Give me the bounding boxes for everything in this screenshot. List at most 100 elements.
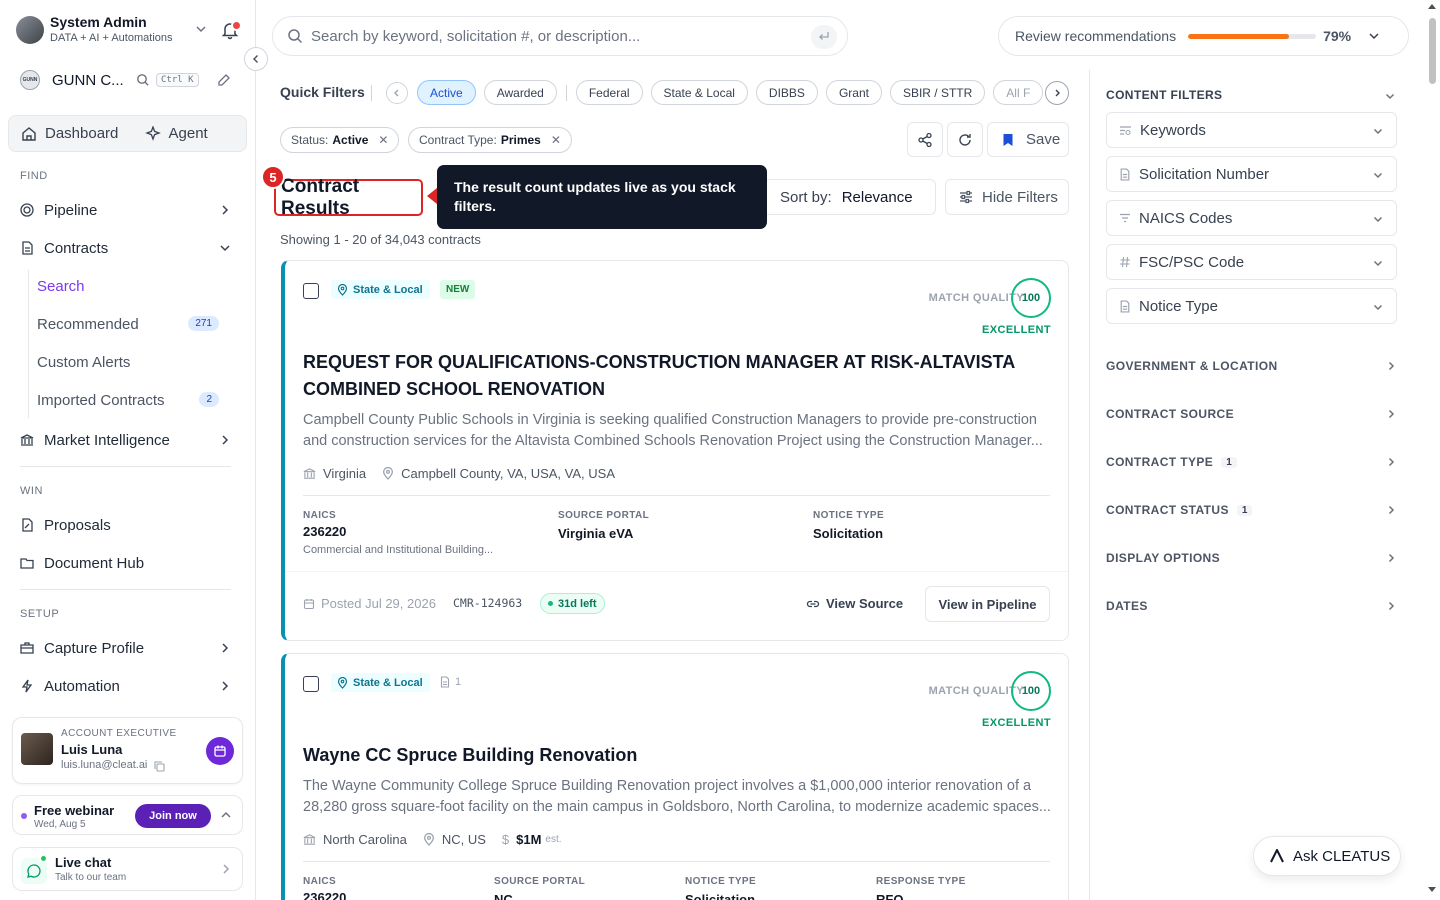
search-icon[interactable] <box>136 73 150 87</box>
sort-dropdown[interactable]: Sort by: Relevance <box>767 179 936 215</box>
location-row: North Carolina NC, US $ $1M est. <box>303 832 578 847</box>
content-filters-heading[interactable]: CONTENT FILTERS <box>1106 88 1222 102</box>
chevron-down-icon[interactable] <box>194 22 208 36</box>
hide-filters-button[interactable]: Hide Filters <box>945 179 1069 215</box>
sidebar-item-label: Proposals <box>44 516 111 534</box>
search-input[interactable] <box>311 27 791 45</box>
sidebar-subitem-custom-alerts[interactable]: Custom Alerts <box>37 350 219 374</box>
copy-icon[interactable] <box>154 761 165 772</box>
chip-dibbs[interactable]: DIBBS <box>755 80 818 105</box>
refresh-button[interactable] <box>947 122 983 157</box>
sidebar-subitem-recommended[interactable]: Recommended 271 <box>37 312 219 336</box>
tab-dashboard[interactable]: Dashboard <box>9 116 123 151</box>
collapse-sidebar-button[interactable] <box>244 47 268 71</box>
scroll-up-arrow[interactable] <box>1428 4 1436 9</box>
agency: North Carolina <box>323 832 407 847</box>
quick-filters-label: Quick Filters <box>280 84 365 100</box>
filter-notice-type[interactable]: Notice Type <box>1106 288 1397 324</box>
submit-search-button[interactable] <box>811 25 837 49</box>
chip-state-local[interactable]: State & Local <box>650 80 748 105</box>
chip-awarded[interactable]: Awarded <box>483 80 557 105</box>
filter-fsc-psc-code[interactable]: FSC/PSC Code <box>1106 244 1397 280</box>
sidebar-subitem-search[interactable]: Search <box>37 274 219 298</box>
scroll-left-button[interactable] <box>386 82 408 104</box>
section-contract-type[interactable]: CONTRACT TYPE 1 <box>1106 452 1397 472</box>
review-percent: 79% <box>1323 28 1352 44</box>
tab-agent[interactable]: Agent <box>123 116 247 151</box>
join-webinar-button[interactable]: Join now <box>135 804 211 828</box>
remove-filter-icon[interactable]: ✕ <box>551 133 561 147</box>
section-government-location[interactable]: GOVERNMENT & LOCATION <box>1106 356 1397 376</box>
select-checkbox[interactable] <box>303 676 319 692</box>
section-display-options[interactable]: DISPLAY OPTIONS <box>1106 548 1397 568</box>
workspace-switcher[interactable]: GUNN GUNN C... Ctrl K <box>20 68 236 92</box>
page-scrollbar[interactable] <box>1425 0 1440 900</box>
section-contract-status[interactable]: CONTRACT STATUS 1 <box>1106 500 1397 520</box>
chip-grant[interactable]: Grant <box>825 80 882 105</box>
filter-naics-codes[interactable]: NAICS Codes <box>1106 200 1397 236</box>
save-search-button[interactable]: Save <box>987 122 1069 157</box>
notifications-button[interactable] <box>220 20 242 40</box>
sidebar-item-automation[interactable]: Automation <box>20 672 236 700</box>
chevron-down-icon[interactable] <box>1384 90 1396 102</box>
view-source-link[interactable]: View Source <box>806 596 903 611</box>
share-button[interactable] <box>907 122 943 157</box>
briefcase-icon <box>20 642 34 654</box>
ask-cleatus-button[interactable]: Ask CLEATUS <box>1253 836 1401 876</box>
user-profile[interactable]: System Admin DATA + AI + Automations <box>16 14 242 45</box>
contract-card[interactable]: State & Local 1 MATCH QUALITY 100 EXCELL… <box>281 653 1069 900</box>
estimated-value: $1M <box>516 832 542 847</box>
sidebar-item-market-intelligence[interactable]: Market Intelligence <box>20 426 236 454</box>
sidebar-item-label: Capture Profile <box>44 639 145 657</box>
chip-all[interactable]: All F <box>993 80 1044 105</box>
live-indicator <box>21 813 27 819</box>
sidebar-item-proposals[interactable]: Proposals <box>20 511 236 539</box>
chevron-right-icon <box>222 681 229 691</box>
section-find: FIND <box>20 170 48 182</box>
app-root: System Admin DATA + AI + Automations GUN… <box>0 0 1440 900</box>
sort-label: Sort by: <box>780 188 832 206</box>
new-badge: NEW <box>440 280 476 299</box>
divider <box>303 495 1050 496</box>
filter-solicitation-number[interactable]: Solicitation Number <box>1106 156 1397 192</box>
active-filter-status: Status: Active ✕ <box>280 127 400 153</box>
bank-icon <box>303 834 316 845</box>
filter-label: FSC/PSC Code <box>1139 253 1245 271</box>
scroll-down-arrow[interactable] <box>1428 887 1436 892</box>
contract-title[interactable]: REQUEST FOR QUALIFICATIONS-CONSTRUCTION … <box>303 349 1023 403</box>
days-left-text: 31d left <box>558 597 597 610</box>
chip-active[interactable]: Active <box>417 80 476 105</box>
section-dates[interactable]: DATES <box>1106 596 1397 616</box>
select-checkbox[interactable] <box>303 283 319 299</box>
remove-filter-icon[interactable]: ✕ <box>378 133 388 147</box>
notification-dot <box>231 20 242 31</box>
live-chat-button[interactable]: Live chat Talk to our team <box>12 847 243 891</box>
filter-keywords[interactable]: Keywords <box>1106 112 1397 148</box>
chevron-up-icon[interactable] <box>220 809 232 821</box>
review-recommendations-button[interactable]: Review recommendations 79% <box>998 16 1409 56</box>
sidebar-subitem-imported-contracts[interactable]: Imported Contracts 2 <box>37 388 219 412</box>
chip-sbir-sttr[interactable]: SBIR / STTR <box>889 80 986 105</box>
scroll-thumb[interactable] <box>1429 18 1436 84</box>
sidebar-item-capture-profile[interactable]: Capture Profile <box>20 634 236 662</box>
sidebar-item-label: Document Hub <box>44 554 145 572</box>
section-label: CONTRACT STATUS <box>1106 503 1229 517</box>
chip-federal[interactable]: Federal <box>575 80 643 105</box>
contract-card[interactable]: State & Local NEW MATCH QUALITY 100 EXCE… <box>281 260 1069 641</box>
section-contract-source[interactable]: CONTRACT SOURCE <box>1106 404 1397 424</box>
sidebar-item-pipeline[interactable]: Pipeline <box>20 196 236 224</box>
tab-dashboard-label: Dashboard <box>45 125 119 142</box>
sidebar-item-contracts[interactable]: Contracts <box>20 234 236 262</box>
dollar-icon: $ <box>501 832 510 847</box>
section-label: CONTRACT TYPE <box>1106 455 1214 469</box>
category-label: State & Local <box>353 676 423 689</box>
notice-type: Solicitation <box>813 526 884 541</box>
chevron-right-icon <box>1388 553 1395 563</box>
view-in-pipeline-button[interactable]: View in Pipeline <box>925 586 1050 622</box>
sidebar-item-document-hub[interactable]: Document Hub <box>20 549 236 577</box>
scroll-right-button[interactable] <box>1045 81 1069 105</box>
contract-title[interactable]: Wayne CC Spruce Building Renovation <box>303 742 1023 769</box>
edit-icon[interactable] <box>217 72 232 87</box>
category-tag: State & Local <box>331 673 430 692</box>
schedule-meeting-button[interactable] <box>206 737 234 765</box>
